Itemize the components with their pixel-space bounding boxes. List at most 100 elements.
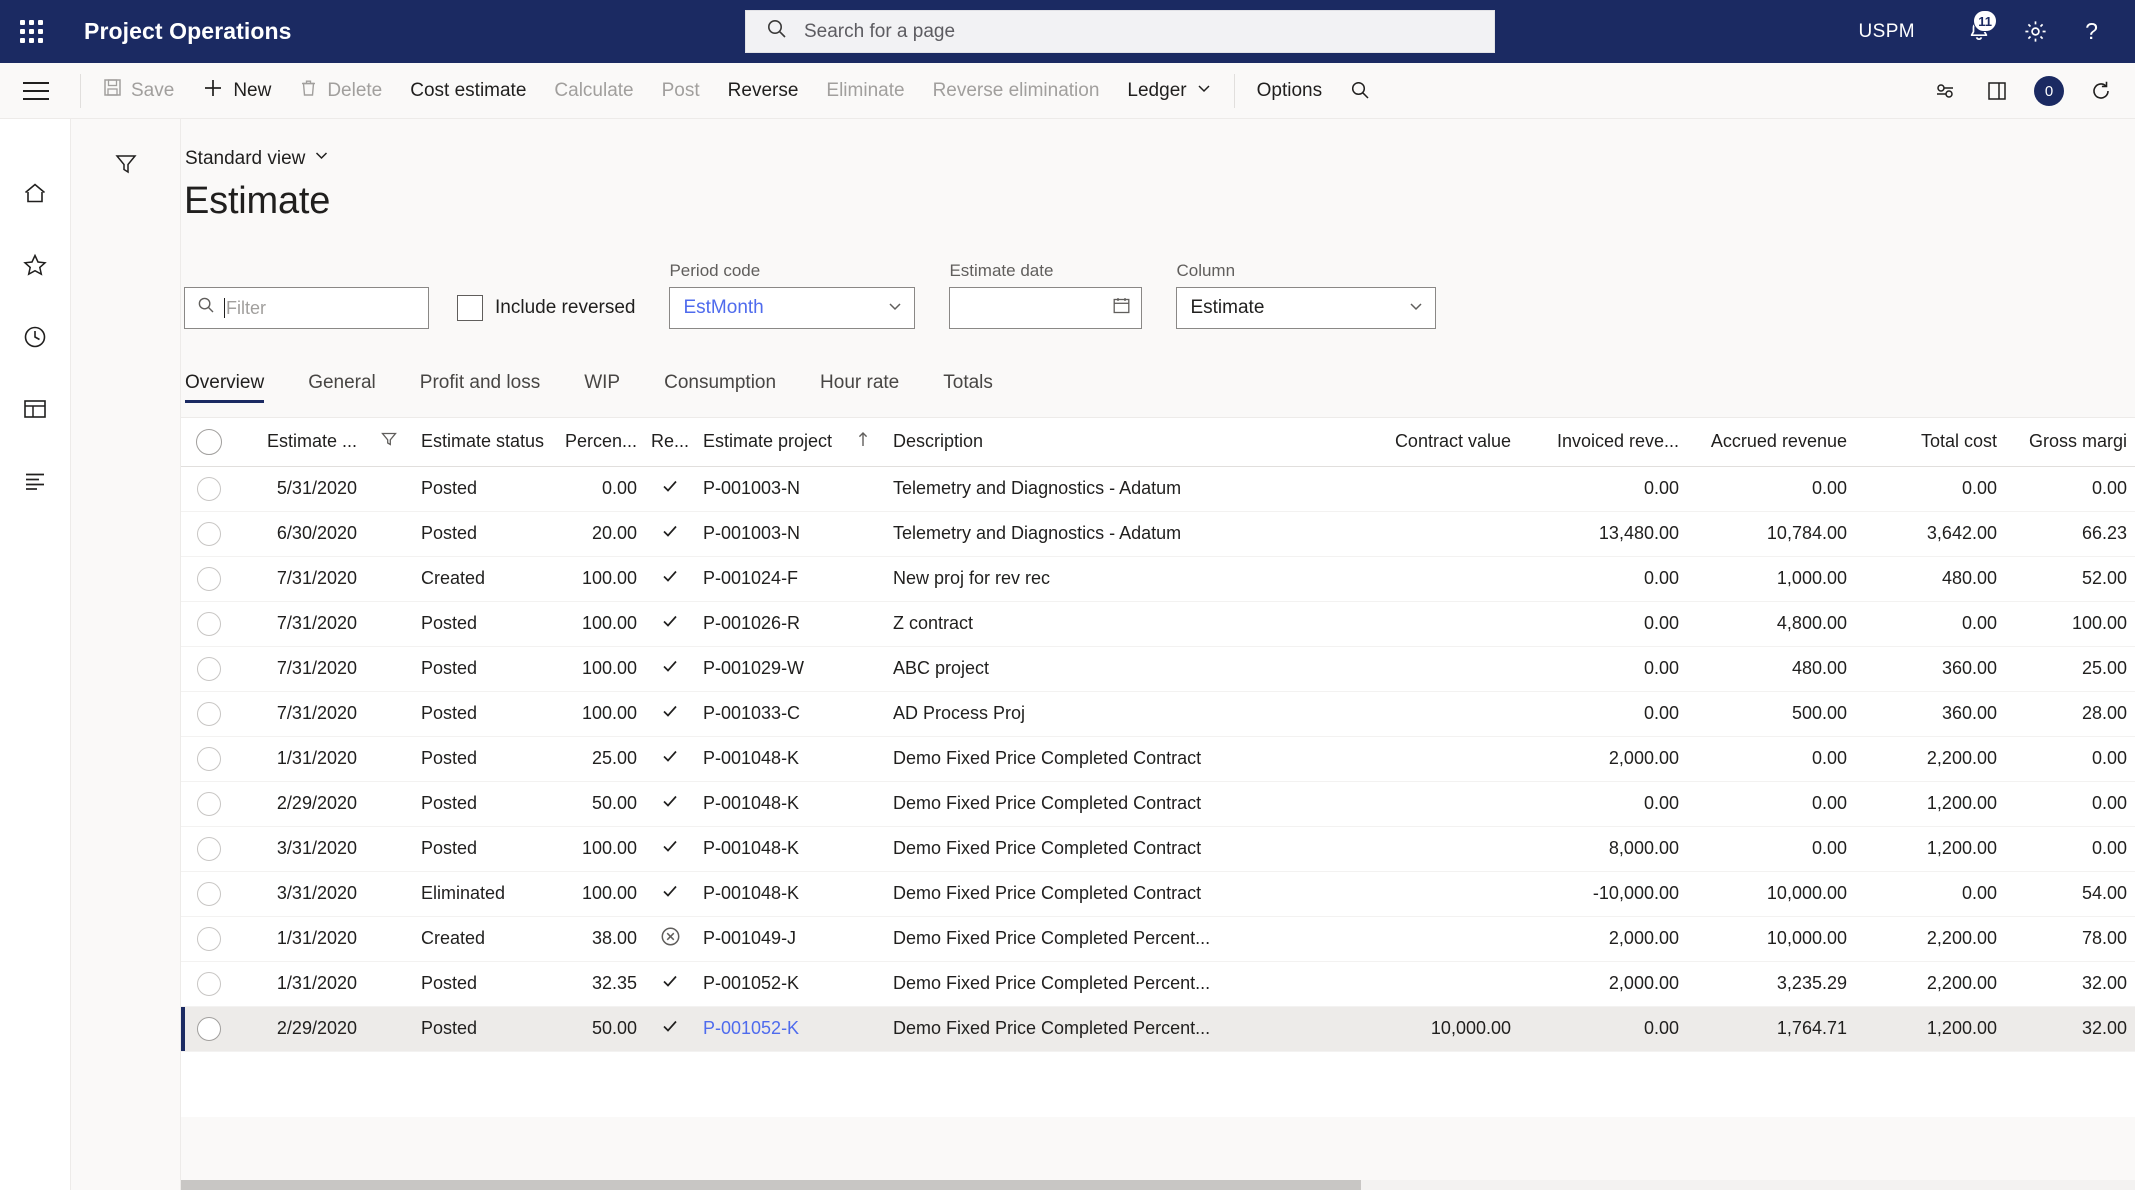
- cell-contract-value[interactable]: [1353, 556, 1521, 601]
- cell-invoiced-revenue[interactable]: 0.00: [1521, 646, 1689, 691]
- cell-contract-value[interactable]: [1353, 826, 1521, 871]
- row-select-circle-icon[interactable]: [197, 1017, 221, 1041]
- cell-gross-margin[interactable]: 100.00: [2007, 601, 2135, 646]
- cell-estimate-status[interactable]: Posted: [411, 736, 539, 781]
- save-button[interactable]: Save: [89, 69, 188, 113]
- project-link[interactable]: P-001052-K: [703, 1018, 799, 1038]
- open-in-new-window-button[interactable]: [1973, 67, 2021, 115]
- column-header-accrued-revenue[interactable]: Accrued revenue: [1689, 418, 1857, 466]
- cell-contract-value[interactable]: [1353, 466, 1521, 511]
- cell-estimate-status[interactable]: Posted: [411, 781, 539, 826]
- help-button[interactable]: ?: [2063, 0, 2119, 63]
- cell-description[interactable]: Demo Fixed Price Completed Contract: [883, 871, 1353, 916]
- cell-contract-value[interactable]: [1353, 781, 1521, 826]
- cell-reversed[interactable]: [647, 826, 693, 871]
- cell-accrued-revenue[interactable]: 1,000.00: [1689, 556, 1857, 601]
- cell-estimate-status[interactable]: Posted: [411, 601, 539, 646]
- cell-reversed[interactable]: [647, 601, 693, 646]
- cell-description[interactable]: ABC project: [883, 646, 1353, 691]
- cell-total-cost[interactable]: 2,200.00: [1857, 916, 2007, 961]
- cell-total-cost[interactable]: 0.00: [1857, 466, 2007, 511]
- cell-description[interactable]: Telemetry and Diagnostics - Adatum: [883, 511, 1353, 556]
- table-row[interactable]: 1/31/2020Posted25.00P-001048-KDemo Fixed…: [181, 736, 2135, 781]
- cell-reversed[interactable]: [647, 916, 693, 961]
- cell-invoiced-revenue[interactable]: 13,480.00: [1521, 511, 1689, 556]
- cell-description[interactable]: AD Process Proj: [883, 691, 1353, 736]
- include-reversed-checkbox[interactable]: [457, 295, 483, 321]
- tab-consumption[interactable]: Consumption: [642, 359, 798, 407]
- cell-estimate-project[interactable]: P-001049-J: [693, 916, 843, 961]
- row-select-cell[interactable]: [181, 691, 237, 736]
- company-selector[interactable]: USPM: [1859, 21, 1916, 43]
- table-row[interactable]: 6/30/2020Posted20.00P-001003-NTelemetry …: [181, 511, 2135, 556]
- cell-description[interactable]: New proj for rev rec: [883, 556, 1353, 601]
- cell-description[interactable]: Demo Fixed Price Completed Percent...: [883, 916, 1353, 961]
- cell-total-cost[interactable]: 480.00: [1857, 556, 2007, 601]
- cell-gross-margin[interactable]: 0.00: [2007, 466, 2135, 511]
- cell-percent[interactable]: 20.00: [539, 511, 647, 556]
- column-header-description[interactable]: Description: [883, 418, 1353, 466]
- row-select-cell[interactable]: [181, 961, 237, 1006]
- cell-invoiced-revenue[interactable]: 0.00: [1521, 466, 1689, 511]
- cell-invoiced-revenue[interactable]: 0.00: [1521, 1006, 1689, 1051]
- cell-contract-value[interactable]: [1353, 601, 1521, 646]
- cell-contract-value[interactable]: [1353, 646, 1521, 691]
- cell-accrued-revenue[interactable]: 0.00: [1689, 466, 1857, 511]
- cell-estimate-date[interactable]: 5/31/2020: [237, 466, 367, 511]
- column-header-estimate-date[interactable]: Estimate ...: [237, 418, 367, 466]
- row-select-cell[interactable]: [181, 916, 237, 961]
- cell-estimate-date[interactable]: 7/31/2020: [237, 691, 367, 736]
- cell-estimate-status[interactable]: Posted: [411, 646, 539, 691]
- cell-invoiced-revenue[interactable]: 2,000.00: [1521, 916, 1689, 961]
- reverse-elimination-button[interactable]: Reverse elimination: [919, 69, 1114, 113]
- cell-invoiced-revenue[interactable]: 0.00: [1521, 691, 1689, 736]
- calculate-button[interactable]: Calculate: [540, 69, 647, 113]
- app-launcher-button[interactable]: [0, 0, 62, 63]
- cell-gross-margin[interactable]: 0.00: [2007, 826, 2135, 871]
- sidebar-item-favorites[interactable]: [13, 243, 57, 287]
- scrollbar-thumb[interactable]: [181, 1180, 1361, 1190]
- cell-estimate-project[interactable]: P-001033-C: [693, 691, 843, 736]
- cell-estimate-status[interactable]: Eliminated: [411, 871, 539, 916]
- cell-accrued-revenue[interactable]: 10,000.00: [1689, 916, 1857, 961]
- cell-percent[interactable]: 100.00: [539, 646, 647, 691]
- cell-invoiced-revenue[interactable]: 0.00: [1521, 601, 1689, 646]
- cell-reversed[interactable]: [647, 871, 693, 916]
- cell-reversed[interactable]: [647, 646, 693, 691]
- cell-accrued-revenue[interactable]: 3,235.29: [1689, 961, 1857, 1006]
- cell-accrued-revenue[interactable]: 500.00: [1689, 691, 1857, 736]
- cell-estimate-status[interactable]: Created: [411, 916, 539, 961]
- row-select-cell[interactable]: [181, 826, 237, 871]
- row-select-circle-icon[interactable]: [197, 702, 221, 726]
- cell-percent[interactable]: 32.35: [539, 961, 647, 1006]
- cell-accrued-revenue[interactable]: 0.00: [1689, 826, 1857, 871]
- table-row[interactable]: 2/29/2020Posted50.00P-001052-KDemo Fixed…: [181, 1006, 2135, 1051]
- column-header-total-cost[interactable]: Total cost: [1857, 418, 2007, 466]
- cell-percent[interactable]: 50.00: [539, 1006, 647, 1051]
- cell-estimate-date[interactable]: 2/29/2020: [237, 1006, 367, 1051]
- row-select-circle-icon[interactable]: [197, 882, 221, 906]
- cell-percent[interactable]: 100.00: [539, 601, 647, 646]
- cell-description[interactable]: Demo Fixed Price Completed Contract: [883, 736, 1353, 781]
- table-row[interactable]: 1/31/2020Created38.00P-001049-JDemo Fixe…: [181, 916, 2135, 961]
- cell-estimate-project[interactable]: P-001029-W: [693, 646, 843, 691]
- column-header-estimate-status[interactable]: Estimate status: [411, 418, 539, 466]
- cell-estimate-date[interactable]: 6/30/2020: [237, 511, 367, 556]
- cell-estimate-date[interactable]: 1/31/2020: [237, 916, 367, 961]
- cell-accrued-revenue[interactable]: 4,800.00: [1689, 601, 1857, 646]
- row-select-circle-icon[interactable]: [197, 792, 221, 816]
- cell-estimate-project[interactable]: P-001052-K: [693, 1006, 843, 1051]
- column-header-percent[interactable]: Percen...: [539, 418, 647, 466]
- cell-description[interactable]: Demo Fixed Price Completed Contract: [883, 826, 1353, 871]
- cell-reversed[interactable]: [647, 556, 693, 601]
- cell-reversed[interactable]: [647, 1006, 693, 1051]
- cell-reversed[interactable]: [647, 781, 693, 826]
- row-select-cell[interactable]: [181, 466, 237, 511]
- cell-contract-value[interactable]: [1353, 871, 1521, 916]
- period-code-dropdown[interactable]: EstMonth: [669, 287, 915, 329]
- cell-estimate-status[interactable]: Posted: [411, 961, 539, 1006]
- cell-estimate-project[interactable]: P-001048-K: [693, 781, 843, 826]
- tab-totals[interactable]: Totals: [921, 359, 1015, 407]
- cell-reversed[interactable]: [647, 961, 693, 1006]
- cell-accrued-revenue[interactable]: 1,764.71: [1689, 1006, 1857, 1051]
